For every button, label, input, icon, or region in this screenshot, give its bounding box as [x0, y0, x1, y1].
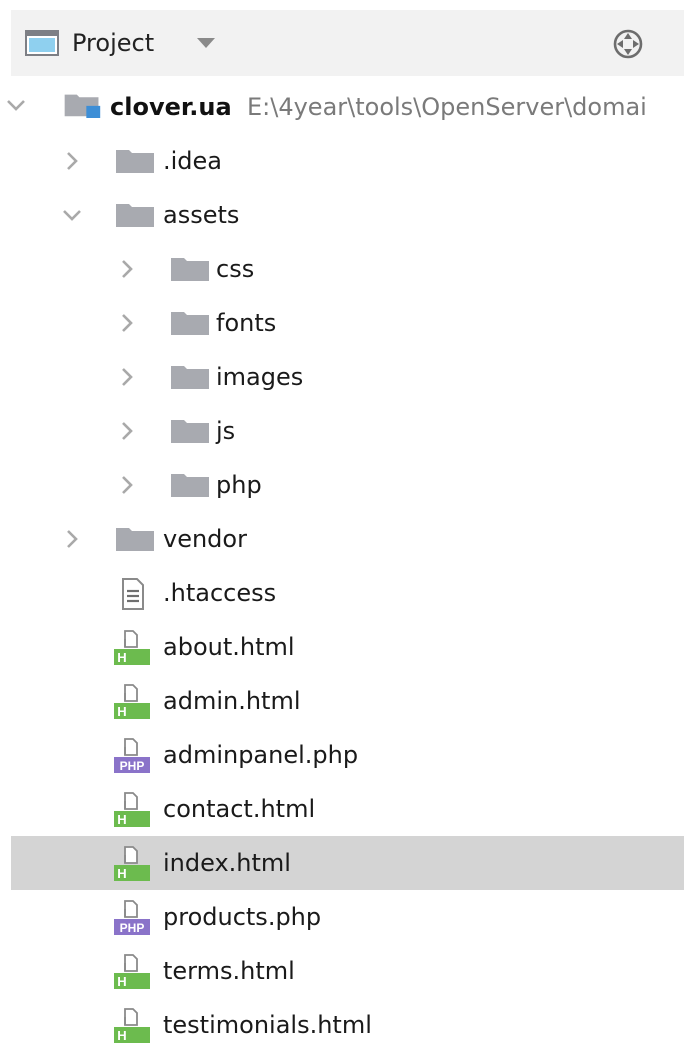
- tree-folder-row[interactable]: fonts: [0, 296, 684, 350]
- folder-icon: [116, 204, 154, 227]
- tree-item-label: php: [216, 471, 262, 499]
- caret-down-icon[interactable]: [191, 32, 221, 54]
- folder-icon: [171, 474, 209, 497]
- svg-text:H: H: [117, 866, 126, 881]
- html-file-icon: H: [114, 954, 150, 989]
- svg-text:PHP: PHP: [120, 759, 145, 773]
- tree-item-label: images: [216, 363, 304, 391]
- tree-folder-row[interactable]: vendor: [0, 512, 684, 566]
- chevron-down-icon[interactable]: [60, 203, 84, 227]
- tree-item-label: css: [216, 255, 255, 283]
- tree-folder-row[interactable]: css: [0, 242, 684, 296]
- project-tool-window: Project clover.ua E:\4year\tools\OpenSer…: [0, 0, 684, 1043]
- tree-root-row[interactable]: clover.ua E:\4year\tools\OpenServer\doma…: [0, 80, 684, 134]
- chevron-right-icon[interactable]: [115, 419, 139, 443]
- svg-text:H: H: [117, 812, 126, 827]
- tree-folder-row[interactable]: php: [0, 458, 684, 512]
- project-panel-header: Project: [11, 10, 684, 76]
- tree-folder-row[interactable]: assets: [0, 188, 684, 242]
- chevron-right-icon[interactable]: [60, 527, 84, 551]
- text-file-icon: [122, 578, 144, 610]
- project-view-title[interactable]: Project: [72, 28, 154, 58]
- tree-item-label: contact.html: [163, 795, 316, 823]
- tree-file-row[interactable]: Habout.html: [0, 620, 684, 674]
- php-file-icon: PHP: [114, 738, 150, 773]
- tree-item-label: .idea: [163, 147, 223, 175]
- tree-item-label: assets: [163, 201, 240, 229]
- tree-item-label: products.php: [163, 903, 322, 931]
- tree-item-label: about.html: [163, 633, 295, 661]
- tree-item-label: index.html: [163, 849, 291, 877]
- tree-file-row[interactable]: Htestimonials.html: [0, 998, 684, 1043]
- crosshair-icon[interactable]: [611, 27, 645, 61]
- tree-file-row[interactable]: Hadmin.html: [0, 674, 684, 728]
- tree-item-label: .htaccess: [163, 579, 277, 607]
- chevron-right-icon[interactable]: [60, 149, 84, 173]
- folder-icon: [116, 150, 154, 173]
- svg-text:H: H: [117, 1028, 126, 1043]
- tree-file-row[interactable]: PHP adminpanel.php: [0, 728, 684, 782]
- root-module-path: E:\4year\tools\OpenServer\domai: [247, 93, 647, 121]
- chevron-down-icon[interactable]: [4, 93, 28, 117]
- html-file-icon: H: [114, 630, 150, 665]
- tree-file-row[interactable]: .htaccess: [0, 566, 684, 620]
- tree-folder-row[interactable]: images: [0, 350, 684, 404]
- chevron-right-icon[interactable]: [115, 311, 139, 335]
- folder-icon: [171, 258, 209, 281]
- php-file-icon: PHP: [114, 900, 150, 935]
- svg-text:PHP: PHP: [120, 921, 145, 935]
- html-file-icon: H: [114, 684, 150, 719]
- tree-item-label: testimonials.html: [163, 1011, 372, 1039]
- chevron-right-icon[interactable]: [115, 473, 139, 497]
- chevron-right-icon[interactable]: [115, 365, 139, 389]
- html-file-icon: H: [114, 792, 150, 827]
- tree-file-row[interactable]: PHP products.php: [0, 890, 684, 944]
- svg-text:H: H: [117, 704, 126, 719]
- module-folder-icon: [64, 94, 101, 118]
- svg-text:H: H: [117, 650, 126, 665]
- tree-item-label: adminpanel.php: [163, 741, 359, 769]
- root-module-name: clover.ua: [110, 93, 232, 121]
- tree-folder-row[interactable]: js: [0, 404, 684, 458]
- tree-file-row[interactable]: Hindex.html: [11, 836, 684, 890]
- html-file-icon: H: [114, 1008, 150, 1043]
- tree-item-label: terms.html: [163, 957, 295, 985]
- tree-item-label: fonts: [216, 309, 277, 337]
- tree-item-label: admin.html: [163, 687, 301, 715]
- tree-file-row[interactable]: Hcontact.html: [0, 782, 684, 836]
- html-file-icon: H: [114, 846, 150, 881]
- project-view-icon: [25, 30, 59, 56]
- chevron-right-icon[interactable]: [115, 257, 139, 281]
- folder-icon: [116, 528, 154, 551]
- tree-file-row[interactable]: Hterms.html: [0, 944, 684, 998]
- tree-item-label: vendor: [163, 525, 247, 553]
- folder-icon: [171, 420, 209, 443]
- tree-folder-row[interactable]: .idea: [0, 134, 684, 188]
- folder-icon: [171, 366, 209, 389]
- folder-icon: [171, 312, 209, 335]
- svg-text:H: H: [117, 974, 126, 989]
- tree-item-label: js: [216, 417, 236, 445]
